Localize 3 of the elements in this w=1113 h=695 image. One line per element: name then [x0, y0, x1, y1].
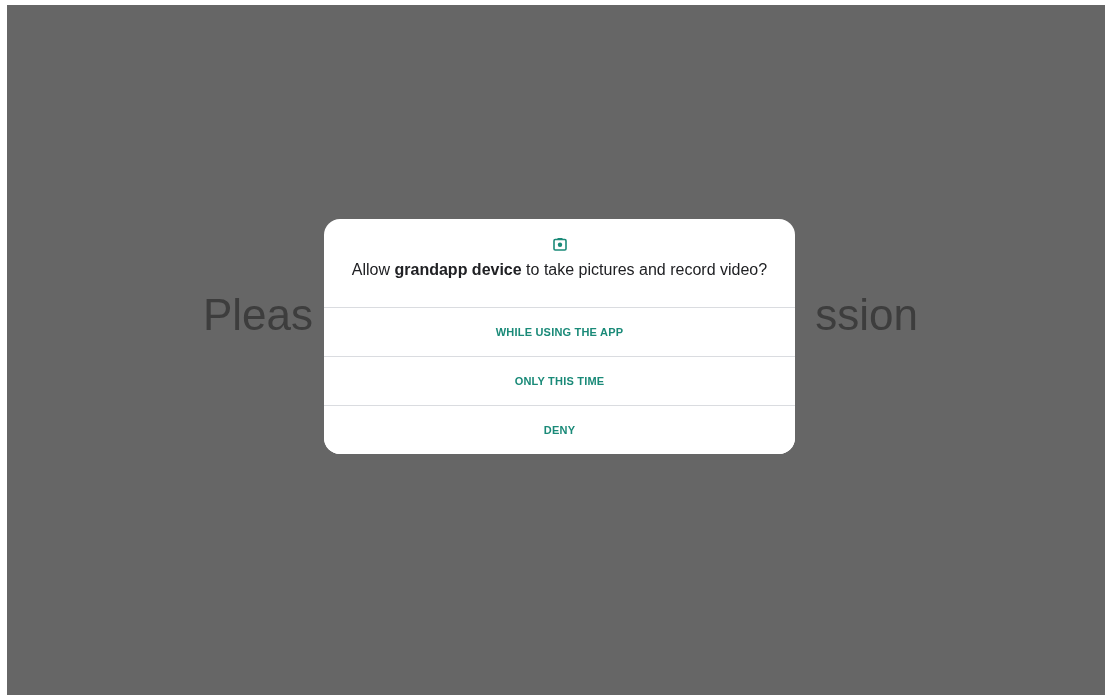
option-button[interactable]: DENY [324, 405, 795, 454]
dialog-title: Allow grandapp device to take pictures and record video? [351, 260, 768, 280]
camera-icon [552, 237, 567, 251]
